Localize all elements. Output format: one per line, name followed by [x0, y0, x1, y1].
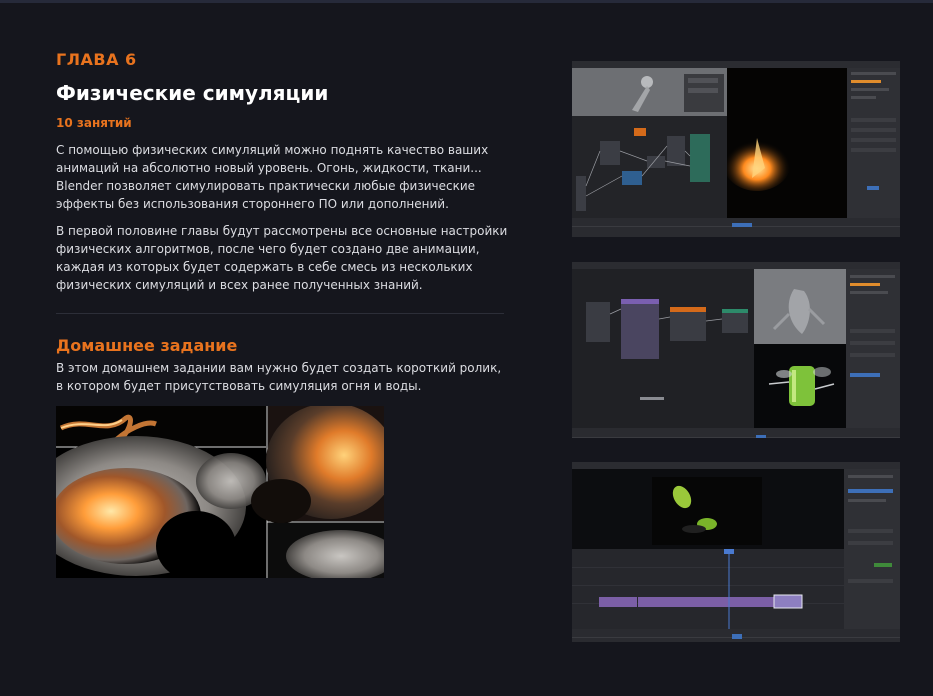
shader-nodes-icon [576, 128, 710, 211]
timeline-icon [572, 223, 900, 227]
screenshot-topbar [572, 262, 900, 269]
render-preview-pane [723, 68, 847, 218]
properties-list-icon [851, 72, 896, 190]
timeline-bar [572, 428, 900, 438]
lessons-count: 10 занятий [56, 116, 132, 130]
timeline-icon [572, 634, 900, 639]
properties-list-icon [850, 275, 895, 377]
top-bar [0, 0, 933, 3]
properties-pane [844, 469, 900, 629]
render-preview-pane [754, 344, 846, 429]
properties-pane [846, 269, 900, 429]
description-paragraph-2: В первой половине главы будут рассмотрен… [56, 224, 508, 292]
homework-text: В этом домашнем задании вам нужно будет … [56, 361, 502, 393]
section-divider [56, 313, 504, 314]
green-splash-render-icon [768, 366, 835, 406]
blender-screenshot-splash [572, 262, 900, 438]
timeline-bar [572, 629, 900, 642]
node-editor-pane [572, 116, 727, 218]
blender-screenshot-fire [572, 61, 900, 237]
properties-pane [847, 68, 900, 218]
description-paragraph-1: С помощью физических симуляций можно под… [56, 143, 489, 211]
node-editor-pane [572, 269, 754, 429]
fire-render-icon [723, 135, 791, 191]
sequence-strips-icon [572, 549, 844, 629]
sequencer-tracks-pane [572, 549, 844, 629]
viewport-pane [572, 68, 727, 116]
properties-list-icon [848, 475, 893, 583]
homework-title: Домашнее задание [56, 336, 238, 355]
viewport-pane [754, 269, 846, 344]
blender-screenshot-sequencer [572, 462, 900, 642]
chapter-title: Физические симуляции [56, 81, 329, 105]
timeline-bar [572, 218, 900, 237]
preview-pane [572, 469, 844, 549]
timeline-icon [572, 435, 900, 438]
leaves-render-icon [652, 477, 762, 545]
screenshot-topbar [572, 462, 900, 469]
homework-render-collage [56, 406, 384, 578]
chapter-label: ГЛАВА 6 [56, 50, 137, 69]
character-model-icon [632, 74, 724, 112]
character-sculpt-icon [772, 289, 826, 334]
geometry-nodes-icon [586, 299, 748, 400]
screenshot-topbar [572, 61, 900, 68]
fire-smoke-renders-image [56, 406, 384, 578]
